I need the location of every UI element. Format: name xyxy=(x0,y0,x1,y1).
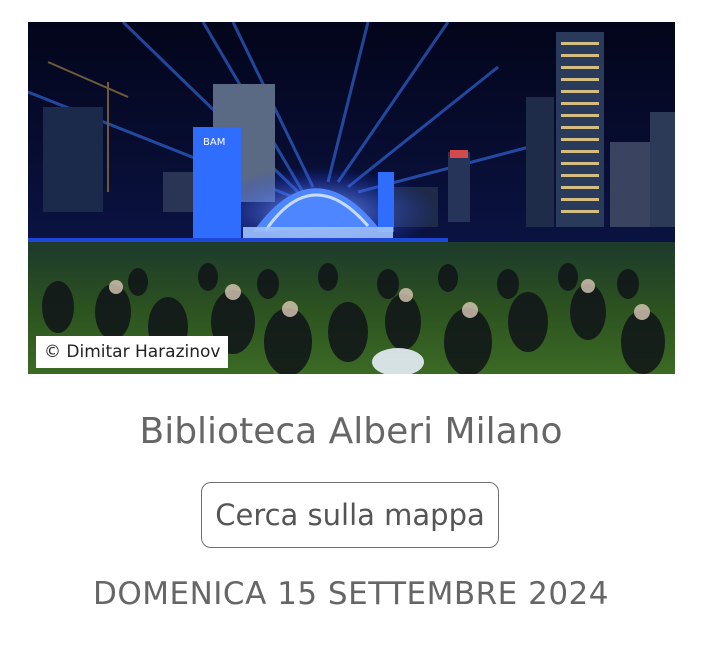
skyscraper-right xyxy=(556,32,604,227)
photo-credit: © Dimitar Harazinov xyxy=(36,336,229,368)
search-map-button[interactable]: Cerca sulla mappa xyxy=(201,482,499,548)
event-date: DOMENICA 15 SETTEMBRE 2024 xyxy=(92,576,609,612)
concert-night-scene: BAM xyxy=(28,22,675,374)
stage-sign: BAM xyxy=(203,137,225,148)
event-card: BAM © Dimitar Harazinov Biblioteca Alber… xyxy=(0,0,702,646)
venue-name: Biblioteca Alberi Milano xyxy=(139,411,563,452)
tower-left xyxy=(43,107,103,212)
event-photo: BAM © Dimitar Harazinov xyxy=(28,22,675,374)
